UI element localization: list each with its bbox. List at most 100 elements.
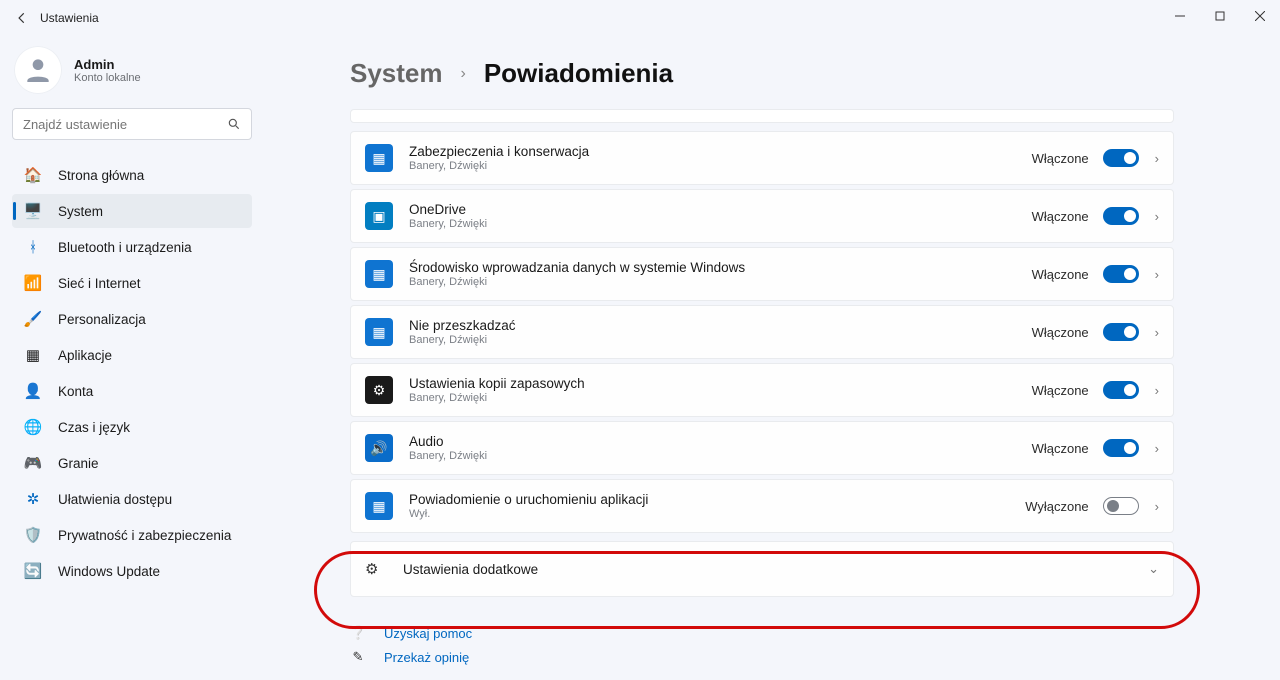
nav-label: Prywatność i zabezpieczenia <box>58 528 231 543</box>
nav-label: Bluetooth i urządzenia <box>58 240 192 255</box>
globe-icon: 🌐 <box>22 418 44 436</box>
nav-list: 🏠 Strona główna 🖥️ System ᚼ Bluetooth i urz… <box>12 158 252 588</box>
chevron-right-icon: › <box>1155 383 1159 398</box>
main-panel: System › Powiadomienia ▦ Zabezpieczenia … <box>266 36 1280 680</box>
nav-label: Czas i język <box>58 420 130 435</box>
backup-app-icon: ⚙ <box>365 376 393 404</box>
toggle-on[interactable] <box>1103 265 1139 283</box>
nav-personalize[interactable]: 🖌️Personalizacja <box>12 302 252 336</box>
chevron-down-icon: ⌄ <box>1148 561 1159 577</box>
apps-icon: ▦ <box>22 346 44 364</box>
row-app-launch[interactable]: ▦ Powiadomienie o uruchomieniu aplikacji… <box>350 479 1174 533</box>
search-icon <box>227 117 241 131</box>
row-title: Powiadomienie o uruchomieniu aplikacji <box>409 492 1025 507</box>
footer-links: ❔ Uzyskaj pomoc ✎ Przekaż opinię <box>350 625 1174 665</box>
shield-icon: 🛡️ <box>22 526 44 544</box>
row-state: Włączone <box>1032 383 1089 398</box>
chevron-right-icon: › <box>1155 151 1159 166</box>
nav-accounts[interactable]: 👤Konta <box>12 374 252 408</box>
chevron-right-icon: › <box>1155 499 1159 514</box>
feedback-label: Przekaż opinię <box>384 650 469 665</box>
nav-label: Ułatwienia dostępu <box>58 492 172 507</box>
row-title: Audio <box>409 434 1032 449</box>
row-additional-settings[interactable]: ⚙︎ Ustawienia dodatkowe ⌄ <box>350 541 1174 597</box>
row-backup[interactable]: ⚙ Ustawienia kopii zapasowychBanery, Dźw… <box>350 363 1174 417</box>
wifi-icon: 📶 <box>22 274 44 292</box>
nav-home[interactable]: 🏠 Strona główna <box>12 158 252 192</box>
row-security[interactable]: ▦ Zabezpieczenia i konserwacjaBanery, Dź… <box>350 131 1174 185</box>
toggle-on[interactable] <box>1103 207 1139 225</box>
feedback-icon: ✎ <box>350 649 366 665</box>
nav-network[interactable]: 📶 Sieć i Internet <box>12 266 252 300</box>
onedrive-app-icon: ▣ <box>365 202 393 230</box>
nav-apps[interactable]: ▦Aplikacje <box>12 338 252 372</box>
row-audio[interactable]: 🔊 AudioBanery, Dźwięki Włączone › <box>350 421 1174 475</box>
toggle-on[interactable] <box>1103 381 1139 399</box>
nav-update[interactable]: 🔄 Windows Update <box>12 554 252 588</box>
back-button[interactable] <box>12 8 32 28</box>
security-app-icon: ▦ <box>365 144 393 172</box>
help-link[interactable]: ❔ Uzyskaj pomoc <box>350 625 1174 641</box>
window-controls <box>1160 0 1280 32</box>
chevron-right-icon: › <box>461 65 466 83</box>
row-ime[interactable]: ▦ Środowisko wprowadzania danych w syste… <box>350 247 1174 301</box>
help-icon: ❔ <box>350 625 366 641</box>
profile-block[interactable]: Admin Konto lokalne <box>14 46 250 94</box>
toggle-on[interactable] <box>1103 149 1139 167</box>
feedback-link[interactable]: ✎ Przekaż opinię <box>350 649 1174 665</box>
row-sub: Banery, Dźwięki <box>409 276 1032 288</box>
row-state: Włączone <box>1032 441 1089 456</box>
toggle-on[interactable] <box>1103 323 1139 341</box>
partial-card-top[interactable] <box>350 109 1174 123</box>
nav-label: System <box>58 204 103 219</box>
row-title: Zabezpieczenia i konserwacja <box>409 144 1032 159</box>
row-state: Włączone <box>1032 325 1089 340</box>
help-label: Uzyskaj pomoc <box>384 626 472 641</box>
row-sub: Wył. <box>409 508 1025 520</box>
row-state: Wyłączone <box>1025 499 1088 514</box>
search-box[interactable] <box>12 108 252 140</box>
row-title: Środowisko wprowadzania danych w systemi… <box>409 260 1032 275</box>
titlebar: Ustawienia <box>0 0 1280 36</box>
row-sub: Banery, Dźwięki <box>409 218 1032 230</box>
row-dnd[interactable]: ▦ Nie przeszkadzaćBanery, Dźwięki Włączo… <box>350 305 1174 359</box>
breadcrumb: System › Powiadomienia <box>350 58 1174 89</box>
ime-app-icon: ▦ <box>365 260 393 288</box>
maximize-button[interactable] <box>1200 0 1240 32</box>
game-icon: 🎮 <box>22 454 44 472</box>
row-state: Włączone <box>1032 267 1089 282</box>
search-input[interactable] <box>23 117 227 132</box>
close-button[interactable] <box>1240 0 1280 32</box>
nav-bluetooth[interactable]: ᚼ Bluetooth i urządzenia <box>12 230 252 264</box>
nav-gaming[interactable]: 🎮Granie <box>12 446 252 480</box>
bluetooth-icon: ᚼ <box>22 239 44 256</box>
update-icon: 🔄 <box>22 562 44 580</box>
toggle-off[interactable] <box>1103 497 1139 515</box>
system-icon: 🖥️ <box>22 202 44 220</box>
nav-label: Sieć i Internet <box>58 276 141 291</box>
access-icon: ✲ <box>22 490 44 508</box>
brush-icon: 🖌️ <box>22 310 44 328</box>
nav-time[interactable]: 🌐 Czas i język <box>12 410 252 444</box>
nav-system[interactable]: 🖥️ System <box>12 194 252 228</box>
row-sub: Banery, Dźwięki <box>409 392 1032 404</box>
avatar <box>14 46 62 94</box>
row-onedrive[interactable]: ▣ OneDriveBanery, Dźwięki Włączone › <box>350 189 1174 243</box>
breadcrumb-leaf: Powiadomienia <box>484 58 673 89</box>
chevron-right-icon: › <box>1155 325 1159 340</box>
chevron-right-icon: › <box>1155 209 1159 224</box>
applaunch-app-icon: ▦ <box>365 492 393 520</box>
nav-privacy[interactable]: 🛡️ Prywatność i zabezpieczenia <box>12 518 252 552</box>
row-title: Nie przeszkadzać <box>409 318 1032 333</box>
breadcrumb-root[interactable]: System <box>350 58 443 89</box>
minimize-button[interactable] <box>1160 0 1200 32</box>
content: ▦ Zabezpieczenia i konserwacja Banery, Dź… <box>350 109 1174 665</box>
toggle-on[interactable] <box>1103 439 1139 457</box>
nav-access[interactable]: ✲ Ułatwienia dostępu <box>12 482 252 516</box>
row-title: Ustawienia dodatkowe <box>403 562 1148 577</box>
nav-label: Windows Update <box>58 564 160 579</box>
profile-sub: Konto lokalne <box>74 72 141 84</box>
home-icon: 🏠 <box>22 166 44 184</box>
row-sub: Banery, Dźwięki <box>409 334 1032 346</box>
nav-label: Strona główna <box>58 168 144 183</box>
